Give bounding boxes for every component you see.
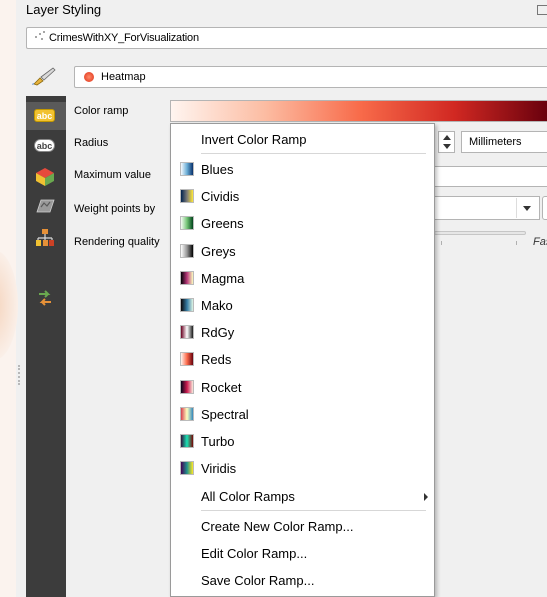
color-ramp-swatch-icon (180, 216, 194, 231)
symbology-brush-icon[interactable] (31, 66, 57, 86)
menu-item-ramp-blues[interactable]: Blues (171, 156, 434, 183)
labels-alt-tab[interactable]: abc (26, 132, 66, 160)
color-ramp-dropdown-menu: Invert Color Ramp Blues Cividis Greens Grey… (170, 123, 435, 597)
menu-item-ramp-magma[interactable]: Magma (171, 265, 434, 292)
menu-item-label: Viridis (201, 461, 237, 477)
menu-item-ramp-greens[interactable]: Greens (171, 210, 434, 237)
menu-item-ramp-spectral[interactable]: Spectral (171, 401, 434, 428)
menu-item-invert-color-ramp[interactable]: Invert Color Ramp (171, 126, 434, 153)
renderer-select[interactable]: Heatmap (74, 66, 547, 88)
menu-item-label: Save Color Ramp... (201, 573, 315, 588)
labels-icon: abc (34, 109, 55, 122)
menu-item-save-color-ramp[interactable]: Save Color Ramp... (171, 567, 434, 594)
history-icon (39, 290, 51, 306)
menu-item-label: All Color Ramps (201, 489, 295, 504)
3d-view-icon (36, 168, 54, 186)
menu-item-all-color-ramps[interactable]: All Color Ramps (171, 483, 434, 510)
rendering-tab[interactable] (26, 224, 66, 252)
radius-spinbox-arrows[interactable] (438, 131, 455, 153)
radius-unit-value: Millimeters (469, 136, 522, 148)
menu-item-label: Rocket (201, 379, 242, 395)
maximum-value-label: Maximum value (74, 169, 152, 181)
rendering-icon (36, 229, 54, 246)
color-ramp-swatch-icon (180, 298, 194, 312)
menu-item-label: Spectral (201, 406, 249, 422)
menu-item-label: Cividis (201, 189, 240, 205)
menu-item-label: Greys (201, 243, 236, 259)
weight-points-label: Weight points by (74, 203, 156, 215)
slider-tick (441, 241, 442, 245)
color-ramp-swatch-icon (180, 325, 194, 340)
radius-unit-select[interactable]: Millimeters (461, 131, 547, 153)
color-ramp-swatch-icon (180, 270, 194, 285)
color-ramp-swatch-icon (180, 461, 194, 476)
color-ramp-swatch-icon (180, 189, 194, 204)
menu-item-ramp-reds[interactable]: Reds (171, 346, 434, 373)
slider-tick (516, 241, 517, 245)
menu-item-ramp-rocket[interactable]: Rocket (171, 374, 434, 401)
panel-title: Layer Styling (26, 2, 102, 17)
color-ramp-swatch-icon (180, 379, 194, 394)
menu-item-label: Mako (201, 298, 233, 313)
diagram-icon (36, 199, 55, 213)
3d-view-tab[interactable] (26, 162, 66, 190)
layer-select[interactable]: CrimesWithXY_ForVisualization (26, 27, 547, 49)
history-tab[interactable] (26, 284, 66, 312)
renderer-select-value: Heatmap (101, 71, 146, 83)
menu-item-label: Turbo (201, 434, 235, 449)
chevron-down-icon[interactable] (516, 198, 537, 218)
diagram-tab[interactable] (26, 192, 66, 220)
menu-item-edit-color-ramp[interactable]: Edit Color Ramp... (171, 540, 434, 567)
rendering-quality-slider[interactable] (434, 231, 526, 235)
layer-select-value: CrimesWithXY_ForVisualization (49, 32, 199, 44)
rendering-quality-label: Rendering quality (74, 236, 160, 248)
color-ramp-swatch-icon (180, 243, 194, 258)
rendering-quality-fast-label: Fas (533, 236, 547, 248)
menu-item-label: Edit Color Ramp... (201, 546, 308, 561)
data-defined-override-button[interactable] (542, 196, 547, 220)
menu-separator (201, 153, 426, 154)
radius-label: Radius (74, 137, 109, 149)
menu-item-ramp-viridis[interactable]: Viridis (171, 455, 434, 482)
color-ramp-swatch-icon (180, 352, 194, 367)
color-ramp-swatch-icon (180, 406, 194, 421)
menu-item-label: Magma (201, 270, 245, 286)
menu-item-label: Reds (201, 352, 232, 368)
heatmap-icon (84, 72, 94, 82)
labels-tab[interactable]: abc (26, 102, 66, 130)
menu-item-create-new-color-ramp[interactable]: Create New Color Ramp... (171, 513, 434, 540)
left-window-edge (0, 0, 18, 597)
menu-item-ramp-greys[interactable]: Greys (171, 238, 434, 265)
menu-item-ramp-cividis[interactable]: Cividis (171, 183, 434, 210)
labels-alt-icon: abc (34, 139, 55, 152)
menu-separator (201, 510, 426, 511)
color-ramp-swatch-icon (180, 162, 194, 176)
color-ramp-swatch-icon (180, 434, 194, 448)
menu-item-label: Greens (201, 216, 244, 232)
color-ramp-label: Color ramp (74, 105, 129, 117)
menu-item-label: RdGy (201, 325, 235, 341)
maximum-value-field[interactable] (434, 166, 547, 187)
menu-item-label: Create New Color Ramp... (201, 519, 354, 534)
undock-icon[interactable] (537, 5, 547, 15)
menu-item-ramp-rdgy[interactable]: RdGy (171, 319, 434, 346)
color-ramp-button[interactable] (170, 100, 547, 122)
menu-item-ramp-mako[interactable]: Mako (171, 292, 434, 319)
point-layer-icon (34, 30, 46, 42)
menu-item-label: Invert Color Ramp (201, 132, 307, 147)
style-side-toolbar: abc abc (26, 96, 66, 597)
submenu-arrow-icon (424, 493, 428, 501)
menu-item-label: Blues (201, 162, 234, 177)
dock-grip-handle[interactable] (18, 365, 21, 385)
menu-item-ramp-turbo[interactable]: Turbo (171, 428, 434, 455)
